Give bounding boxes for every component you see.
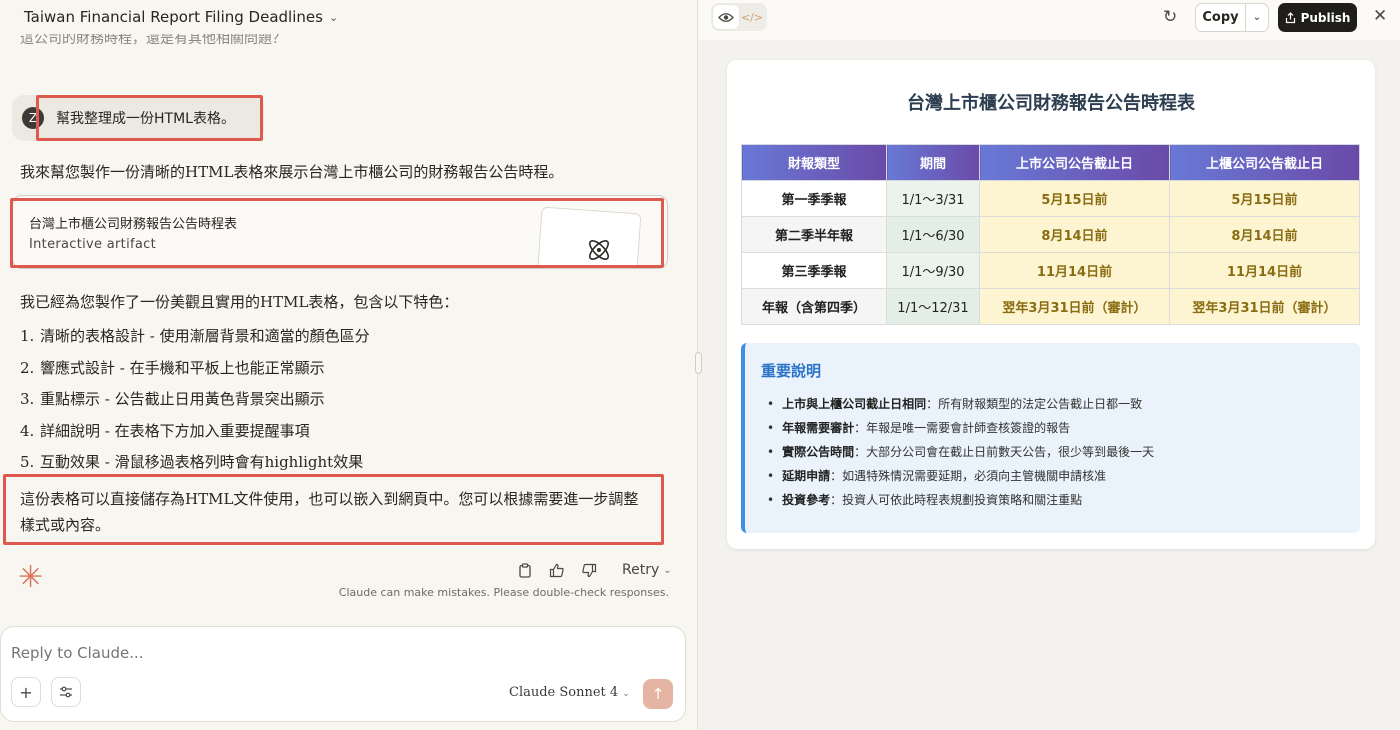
conversation-title-menu[interactable]: Taiwan Financial Report Filing Deadlines…	[0, 0, 697, 34]
page-title: 台灣上市櫃公司財務報告公告時程表	[907, 93, 1195, 114]
code-icon[interactable]: </>	[739, 5, 765, 29]
chat-pane: Taiwan Financial Report Filing Deadlines…	[0, 0, 698, 730]
table-row[interactable]: 年報（含第四季） 1/1～12/31 翌年3月31日前（審計） 翌年3月31日前…	[741, 288, 1360, 325]
cell-otc-deadline: 5月15日前	[1169, 180, 1360, 217]
list-item: 上市與上櫃公司截止日相同：所有財報類型的法定公告截止日都一致	[767, 395, 1154, 419]
notes-list: 上市與上櫃公司截止日相同：所有財報類型的法定公告截止日都一致 年報需要審計：年報…	[767, 395, 1154, 515]
add-attachment-button[interactable]: +	[11, 677, 41, 707]
retry-label: Retry	[622, 562, 660, 578]
plus-icon: +	[19, 682, 33, 702]
refresh-icon[interactable]: ↻	[1163, 7, 1177, 27]
arrow-up-icon: ↑	[651, 685, 665, 703]
preview-eye-icon[interactable]	[713, 5, 739, 29]
thumbs-down-icon[interactable]	[580, 561, 598, 579]
notes-title: 重要說明	[761, 362, 822, 380]
thumbs-up-icon[interactable]	[548, 561, 566, 579]
pane-resize-handle[interactable]	[695, 352, 702, 374]
cell-listed-deadline: 11月14日前	[979, 252, 1170, 289]
table-row[interactable]: 第二季半年報 1/1～6/30 8月14日前 8月14日前	[741, 216, 1360, 253]
claude-logo-icon: ✳	[18, 560, 44, 595]
retry-button[interactable]: Retry ⌄	[622, 562, 672, 578]
cell-report-type: 年報（含第四季）	[741, 288, 887, 325]
model-selector-label: Claude Sonnet 4	[509, 685, 619, 700]
conversation-title[interactable]: Taiwan Financial Report Filing Deadlines	[24, 8, 323, 26]
column-header: 財報類型	[741, 144, 887, 181]
cell-listed-deadline: 8月14日前	[979, 216, 1170, 253]
chevron-down-icon: ⌄	[663, 564, 672, 576]
cell-report-type: 第一季季報	[741, 180, 887, 217]
disclaimer-text: Claude can make mistakes. Please double-…	[338, 586, 669, 599]
deadline-table: 財報類型 期間 上市公司公告截止日 上櫃公司公告截止日 第一季季報 1/1～3/…	[741, 144, 1360, 325]
list-item: 實際公告時間：大部分公司會在截止日前數天公告，很少等到最後一天	[767, 443, 1154, 467]
cell-listed-deadline: 5月15日前	[979, 180, 1170, 217]
publish-button[interactable]: Publish	[1278, 3, 1357, 32]
artifact-pane: </> ↻ Copy ⌄ Publish ✕ 台灣上市櫃公司財務報告公告時程表 …	[699, 0, 1400, 730]
reply-composer: + Claude Sonnet 4⌄ ↑	[0, 626, 686, 722]
list-item: 1. 清晰的表格設計 - 使用漸層背景和適當的顏色區分	[20, 327, 370, 345]
table-row[interactable]: 第三季季報 1/1～9/30 11月14日前 11月14日前	[741, 252, 1360, 289]
list-item: 延期申請：如遇特殊情況需要延期，必須向主管機關申請核准	[767, 467, 1154, 491]
send-button[interactable]: ↑	[643, 679, 673, 709]
list-item: 5. 互動效果 - 滑鼠移過表格列時會有highlight效果	[20, 453, 364, 471]
table-row[interactable]: 第一季季報 1/1～3/31 5月15日前 5月15日前	[741, 180, 1360, 217]
reply-input[interactable]	[11, 644, 651, 662]
cell-report-type: 第二季半年報	[741, 216, 887, 253]
chevron-down-icon[interactable]: ⌄	[329, 11, 338, 24]
list-item: 投資參考：投資人可依此時程表規劃投資策略和關注重點	[767, 491, 1154, 515]
artifact-card-subtitle: Interactive artifact	[29, 237, 156, 252]
message-actions: Retry ⌄	[516, 561, 672, 579]
cell-period: 1/1～3/31	[886, 180, 980, 217]
chevron-down-icon[interactable]: ⌄	[1246, 12, 1268, 23]
important-notes-box: 重要說明 上市與上櫃公司截止日相同：所有財報類型的法定公告截止日都一致 年報需要…	[741, 343, 1360, 533]
feature-list: 1. 清晰的表格設計 - 使用漸層背景和適當的顏色區分 2. 響應式設計 - 在手機…	[20, 325, 370, 483]
assistant-summary-text: 我已經為您製作了一份美觀且實用的HTML表格，包含以下特色：	[20, 293, 459, 311]
copy-label: Copy	[1196, 4, 1246, 31]
user-message: Z 幫我整理成一份HTML表格。	[12, 95, 264, 141]
list-item: 3. 重點標示 - 公告截止日用黃色背景突出顯示	[20, 390, 325, 408]
artifact-card[interactable]: 台灣上市櫃公司財務報告公告時程表 Interactive artifact	[12, 195, 668, 269]
list-item: 年報需要審計：年報是唯一需要會計師查核簽證的報告	[767, 419, 1154, 443]
close-icon[interactable]: ✕	[1373, 6, 1387, 26]
cell-otc-deadline: 翌年3月31日前（審計）	[1169, 288, 1360, 325]
view-mode-toggle[interactable]: </>	[711, 3, 767, 31]
chevron-down-icon: ⌄	[622, 689, 630, 699]
cell-period: 1/1～9/30	[886, 252, 980, 289]
cell-report-type: 第三季季報	[741, 252, 887, 289]
table-header-row: 財報類型 期間 上市公司公告截止日 上櫃公司公告截止日	[741, 144, 1360, 181]
share-upload-icon	[1285, 11, 1295, 23]
cell-period: 1/1～12/31	[886, 288, 980, 325]
artifact-toolbar: </> ↻ Copy ⌄ Publish ✕	[699, 0, 1400, 40]
assistant-closing-text: 這份表格可以直接儲存為HTML文件使用，也可以嵌入到網頁中。您可以根據需要進一步…	[20, 490, 639, 534]
sliders-icon	[60, 686, 72, 698]
artifact-card-title: 台灣上市櫃公司財務報告公告時程表	[29, 217, 238, 232]
cell-otc-deadline: 11月14日前	[1169, 252, 1360, 289]
user-message-text: 幫我整理成一份HTML表格。	[56, 111, 235, 127]
copy-button[interactable]: Copy ⌄	[1195, 3, 1269, 32]
copy-icon[interactable]	[516, 561, 534, 579]
model-selector[interactable]: Claude Sonnet 4 ⌄	[509, 685, 630, 700]
cell-period: 1/1～6/30	[886, 216, 980, 253]
assistant-intro-text: 我來幫您製作一份清晰的HTML表格來展示台灣上市櫃公司的財務報告公告時程。	[20, 163, 564, 181]
tools-button[interactable]	[51, 677, 81, 707]
artifact-preview: 台灣上市櫃公司財務報告公告時程表 財報類型 期間 上市公司公告截止日 上櫃公司公…	[727, 60, 1375, 549]
publish-label: Publish	[1300, 10, 1351, 25]
list-item: 4. 詳細說明 - 在表格下方加入重要提醒事項	[20, 421, 310, 440]
column-header: 上櫃公司公告截止日	[1169, 144, 1360, 181]
user-avatar: Z	[22, 107, 44, 129]
cell-listed-deadline: 翌年3月31日前（審計）	[979, 288, 1170, 325]
column-header: 期間	[886, 144, 980, 181]
list-item: 2. 響應式設計 - 在手機和平板上也能正常顯示	[20, 358, 325, 377]
atom-icon	[589, 240, 609, 260]
column-header: 上市公司公告截止日	[979, 144, 1170, 181]
cell-otc-deadline: 8月14日前	[1169, 216, 1360, 253]
